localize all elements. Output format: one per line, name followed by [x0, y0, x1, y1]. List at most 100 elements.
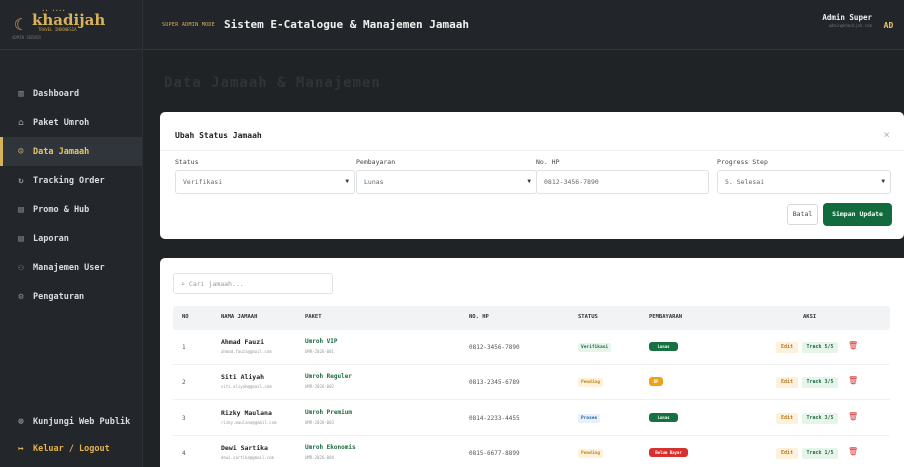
- payment-badge: DP: [649, 377, 663, 386]
- sidebar-footer: ⊕ Kunjungi Web Publik ↦ Keluar / Logout: [0, 408, 143, 462]
- column-header: AKSI: [803, 314, 817, 320]
- status-badge: Pending: [578, 449, 603, 458]
- sidebar-item-dashboard[interactable]: ▥ Dashboard: [0, 79, 142, 108]
- status-select[interactable]: Verifikasi ▼: [175, 170, 355, 194]
- column-header: NAMA JAMAAH: [221, 314, 258, 320]
- column-header: NO: [182, 314, 189, 320]
- table-header: NO NAMA JAMAAH PAKET NO. HP STATUS PEMBA…: [173, 306, 890, 330]
- search-input[interactable]: ⌕ Cari jamaah...: [173, 273, 333, 294]
- package-code: UMR-2026-002: [305, 384, 334, 389]
- progress-value: 5. Selesai: [725, 178, 765, 186]
- user-email: admin@khadijah.com: [828, 22, 872, 28]
- cancel-button[interactable]: Batal: [787, 204, 818, 225]
- sidebar-item-label: Paket Umroh: [33, 117, 90, 128]
- sidebar-item-promo-hub[interactable]: ▤ Promo & Hub: [0, 195, 142, 224]
- close-icon[interactable]: ×: [883, 128, 890, 141]
- brand-name: khadijah: [32, 11, 106, 29]
- track-button[interactable]: Track 5/5: [802, 342, 838, 353]
- jamaah-email: ahmad.fauzi@gmail.com: [221, 349, 272, 354]
- sidebar-item-manajemen-user[interactable]: ⚇ Manajemen User: [0, 253, 142, 282]
- chevron-down-icon: ▼: [881, 178, 885, 185]
- jamaah-email: rizky.maulana@gmail.com: [221, 420, 277, 425]
- phone-number: 0815-6677-8899: [469, 450, 520, 457]
- row-number: 1: [182, 344, 186, 351]
- trash-icon[interactable]: 🗑: [848, 341, 858, 350]
- jamaah-name: Ahmad Fauzi: [221, 338, 265, 346]
- pembayaran-select[interactable]: Lunas ▼: [356, 170, 537, 194]
- user-name: Admin Super: [822, 13, 872, 22]
- track-button[interactable]: Track 1/5: [802, 448, 838, 459]
- chevron-down-icon: ▼: [345, 178, 349, 185]
- app-title: Sistem E-Catalogue & Manajemen Jamaah: [223, 18, 470, 31]
- jamaah-name: Dewi Sartika: [221, 444, 268, 452]
- status-label: Status: [175, 158, 199, 166]
- crescent-icon: ☾: [14, 14, 24, 34]
- pembayaran-label: Pembayaran: [356, 158, 396, 166]
- package-code: UMR-2026-003: [305, 420, 334, 425]
- edit-button[interactable]: Edit: [776, 377, 798, 388]
- payment-badge: Belum Bayar: [649, 448, 688, 457]
- sidebar-item-label: Tracking Order: [33, 175, 105, 186]
- column-header: NO. HP: [469, 314, 489, 320]
- logout-link[interactable]: ↦ Keluar / Logout: [0, 435, 143, 462]
- package-name: Umroh VIP: [305, 338, 338, 345]
- gear-icon: ⚙: [18, 291, 24, 302]
- logout-icon: ↦: [18, 443, 24, 454]
- kaaba-icon: ⌂: [18, 117, 24, 128]
- hp-input[interactable]: 0812-3456-7890: [536, 170, 709, 194]
- progress-select[interactable]: 5. Selesai ▼: [717, 170, 891, 194]
- package-code: UMR-2026-001: [305, 349, 334, 354]
- trash-icon[interactable]: 🗑: [848, 412, 858, 421]
- jamaah-name: Rizky Maulana: [221, 409, 272, 417]
- hp-value: 0812-3456-7890: [544, 178, 599, 186]
- phone-number: 0814-2233-4455: [469, 415, 520, 422]
- user-gear-icon: ⚇: [18, 262, 24, 273]
- sidebar-item-pengaturan[interactable]: ⚙ Pengaturan: [0, 282, 142, 311]
- sidebar: ☾ •• •••• khadijah TRAVEL INDONESIA ADMI…: [0, 0, 143, 467]
- users-icon: ☺: [18, 146, 24, 157]
- sidebar-item-label: Manajemen User: [33, 262, 105, 273]
- brand-role: ADMIN SERVER: [12, 35, 41, 40]
- user-info[interactable]: Admin Super admin@khadijah.com: [822, 13, 872, 28]
- mode-badge: SUPER ADMIN MODE: [162, 21, 215, 28]
- row-number: 2: [182, 379, 186, 386]
- status-value: Verifikasi: [183, 178, 223, 186]
- pembayaran-value: Lunas: [364, 178, 384, 186]
- package-code: UMR-2026-004: [305, 455, 334, 460]
- package-name: Umroh Premium: [305, 409, 352, 416]
- edit-button[interactable]: Edit: [776, 413, 798, 424]
- avatar[interactable]: AD: [880, 17, 897, 34]
- document-icon: ▤: [18, 233, 24, 244]
- sidebar-item-label: Pengaturan: [33, 291, 85, 302]
- topbar: SUPER ADMIN MODE Sistem E-Catalogue & Ma…: [143, 0, 904, 50]
- visit-public-web-link[interactable]: ⊕ Kunjungi Web Publik: [0, 408, 143, 435]
- track-button[interactable]: Track 3/5: [802, 377, 838, 388]
- jamaah-email: dewi.sartika@gmail.com: [221, 455, 274, 460]
- sidebar-item-tracking-order[interactable]: ↻ Tracking Order: [0, 166, 142, 195]
- track-button[interactable]: Track 3/5: [802, 413, 838, 424]
- trash-icon[interactable]: 🗑: [848, 376, 858, 385]
- trash-icon[interactable]: 🗑: [848, 447, 858, 456]
- jamaah-name: Siti Aliyah: [221, 373, 265, 381]
- sidebar-nav: ▥ Dashboard ⌂ Paket Umroh ☺ Data Jamaah ↻ Tr…: [0, 79, 142, 311]
- sidebar-item-data-jamaah[interactable]: ☺ Data Jamaah: [0, 137, 142, 166]
- page-title: Data Jamaah & Manajemen: [164, 75, 381, 91]
- sidebar-item-label: Keluar / Logout: [33, 443, 110, 454]
- package-name: Umroh Reguler: [305, 373, 352, 380]
- hp-label: No. HP: [536, 158, 560, 166]
- refresh-icon: ↻: [18, 175, 24, 186]
- edit-button[interactable]: Edit: [776, 448, 798, 459]
- column-header: PEMBAYARAN: [649, 314, 683, 320]
- save-button[interactable]: Simpan Update: [823, 203, 892, 226]
- sidebar-item-label: Laporan: [33, 233, 69, 244]
- sidebar-item-label: Kunjungi Web Publik: [33, 416, 131, 427]
- edit-status-modal: Ubah Status Jamaah × Status Verifikasi ▼ …: [160, 112, 904, 239]
- sidebar-item-label: Promo & Hub: [33, 204, 90, 215]
- progress-label: Progress Step: [717, 158, 768, 166]
- edit-button[interactable]: Edit: [776, 342, 798, 353]
- brand-logo[interactable]: ☾ •• •••• khadijah TRAVEL INDONESIA ADMI…: [0, 0, 142, 50]
- modal-title: Ubah Status Jamaah: [175, 131, 262, 140]
- sidebar-item-laporan[interactable]: ▤ Laporan: [0, 224, 142, 253]
- sidebar-item-paket-umroh[interactable]: ⌂ Paket Umroh: [0, 108, 142, 137]
- column-header: PAKET: [305, 314, 322, 320]
